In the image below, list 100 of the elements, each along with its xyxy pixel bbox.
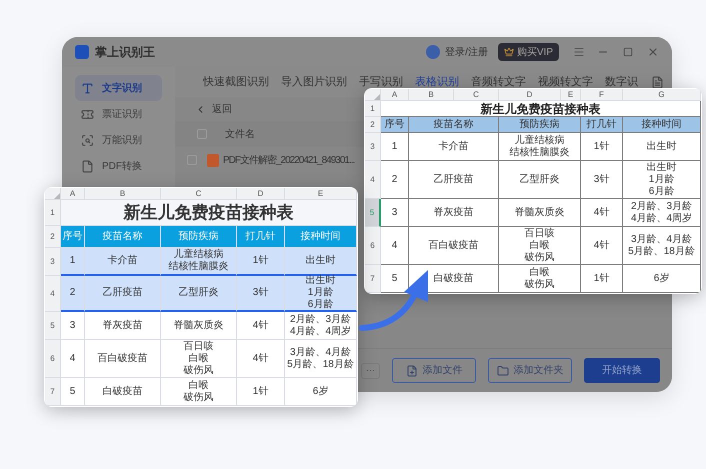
file-name[interactable]: PDF文件解密_20220421_849301... (223, 152, 354, 168)
cell-text: 百日咳 (524, 228, 554, 240)
cell-text: 1 (70, 255, 76, 267)
cell-text: 预防疾病 (520, 118, 560, 130)
row-number[interactable]: 6 (45, 340, 61, 378)
tab[interactable]: 导入图片识别 (281, 74, 347, 90)
login-link[interactable]: 登录/注册 (445, 44, 488, 60)
tab[interactable]: 手写识别 (359, 74, 403, 90)
cell-text: 乙肝疫苗 (434, 174, 474, 186)
cell-text: 乙型肝炎 (520, 174, 560, 186)
row-number[interactable]: 4 (365, 161, 381, 199)
cell-text: 打几针 (586, 118, 616, 130)
row-number[interactable]: 3 (45, 248, 61, 276)
row-number[interactable]: 3 (365, 133, 381, 161)
column-header[interactable]: F (581, 89, 623, 101)
cell-text: 3月龄、4月龄 (290, 346, 352, 358)
tab[interactable]: 快速截图识别 (203, 74, 269, 90)
column-header[interactable]: C (161, 188, 237, 200)
row-number[interactable]: 6 (365, 227, 381, 265)
cell-text: 4 (392, 240, 398, 252)
cell-text: 百白破疫苗 (98, 352, 148, 364)
row-number[interactable]: 2 (365, 117, 381, 133)
cell-text: 5 (70, 386, 76, 398)
column-header[interactable]: B (85, 188, 161, 200)
cell-text: 打几针 (246, 230, 276, 242)
close-icon[interactable] (647, 46, 659, 58)
row-number[interactable]: 1 (365, 101, 381, 117)
sidebar-item[interactable]: 万能识别 (75, 127, 162, 153)
column-header[interactable]: A (381, 89, 409, 101)
user-avatar-icon[interactable] (426, 45, 440, 59)
ticket-icon (81, 108, 94, 120)
tab[interactable]: 音频转文字 (471, 74, 526, 90)
row-number[interactable]: 2 (45, 226, 61, 248)
cell-text: 2 (392, 174, 398, 186)
column-header[interactable]: C (454, 89, 499, 101)
cell-text: 1针 (252, 386, 268, 398)
app-logo-icon (75, 45, 89, 59)
cell-text: 接种时间 (300, 230, 340, 242)
cell-text: 白破疫苗 (434, 272, 474, 284)
row-number[interactable]: 4 (45, 276, 61, 312)
column-header[interactable]: G (623, 89, 701, 101)
cell-text: 疫苗名称 (102, 230, 142, 242)
cell-text: 3针 (594, 174, 610, 186)
cell-text: 1针 (252, 255, 268, 267)
cell-text: 结核性脑膜炎 (510, 146, 570, 158)
row-number[interactable]: 1 (45, 200, 61, 226)
cell-text: 脊髓灰质炎 (174, 320, 224, 332)
cell-text: 4月龄、4周岁 (290, 326, 352, 338)
cell-text: 白喉 (188, 380, 208, 392)
cell-text: 破伤风 (524, 278, 554, 290)
select-all-corner[interactable] (45, 188, 61, 200)
folder-icon (496, 364, 508, 376)
start-convert-button[interactable]: 开始转换 (584, 358, 660, 383)
cell-text: 3 (70, 320, 76, 332)
cell-text: 1针 (594, 272, 610, 284)
document-icon[interactable] (651, 76, 664, 88)
sidebar-item[interactable]: 票证识别 (75, 101, 162, 127)
cell-text: 儿童结核病 (174, 249, 224, 260)
cell-text: 5月龄、18月龄 (287, 358, 354, 370)
back-button[interactable]: 返回 (175, 97, 232, 121)
cell-text: 出生时 (646, 162, 676, 174)
sheet-title: 新生儿免费疫苗接种表 (480, 102, 600, 114)
cell-text: 出生时 (646, 140, 676, 152)
tab[interactable]: 数字识 (605, 74, 638, 90)
cell-text: 序号 (62, 230, 82, 242)
column-header[interactable]: A (61, 188, 85, 200)
maximize-icon[interactable] (623, 47, 633, 57)
cell-text: 卡介苗 (438, 140, 468, 152)
text-icon (81, 82, 94, 94)
sidebar-item[interactable]: PDF转换 (75, 153, 162, 179)
column-header[interactable]: D (499, 89, 561, 101)
cell-text: 1针 (594, 140, 610, 152)
cell-text: 卡介苗 (108, 255, 138, 267)
cell-text: 3月龄、4月龄 (630, 234, 692, 246)
buy-vip-button[interactable]: 购买VIP (498, 43, 559, 61)
cell-text: 1月龄 (308, 287, 334, 298)
corner-triangle-icon (54, 193, 60, 199)
row-number[interactable]: 7 (365, 265, 381, 293)
cell-text: 序号 (384, 118, 404, 130)
column-header[interactable]: E (285, 188, 357, 200)
cell-text: 6月龄 (308, 299, 334, 311)
tab[interactable]: 视频转文字 (538, 74, 593, 90)
cell-text: 百白破疫苗 (428, 240, 478, 252)
cell-text: 3 (392, 206, 398, 218)
row-number[interactable]: 5 (45, 312, 61, 340)
row-number[interactable]: 7 (45, 378, 61, 406)
column-header[interactable]: D (237, 188, 285, 200)
cell-text: 接种时间 (642, 118, 682, 130)
cell-text: 儿童结核病 (514, 134, 564, 146)
column-header[interactable]: B (409, 89, 454, 101)
cell-text: 6月龄 (648, 186, 674, 198)
cell-text: 4月龄、4周岁 (630, 212, 692, 224)
cell-text: 脊髓灰质炎 (514, 206, 564, 218)
cell-text: 结核性脑膜炎 (168, 261, 228, 273)
cell-text: 3针 (252, 287, 268, 299)
select-all-corner[interactable] (365, 89, 381, 101)
cell-text: 4 (70, 352, 76, 364)
cell-text: 破伤风 (184, 364, 214, 376)
menu-icon[interactable] (573, 46, 585, 58)
column-header[interactable]: E (561, 89, 581, 101)
